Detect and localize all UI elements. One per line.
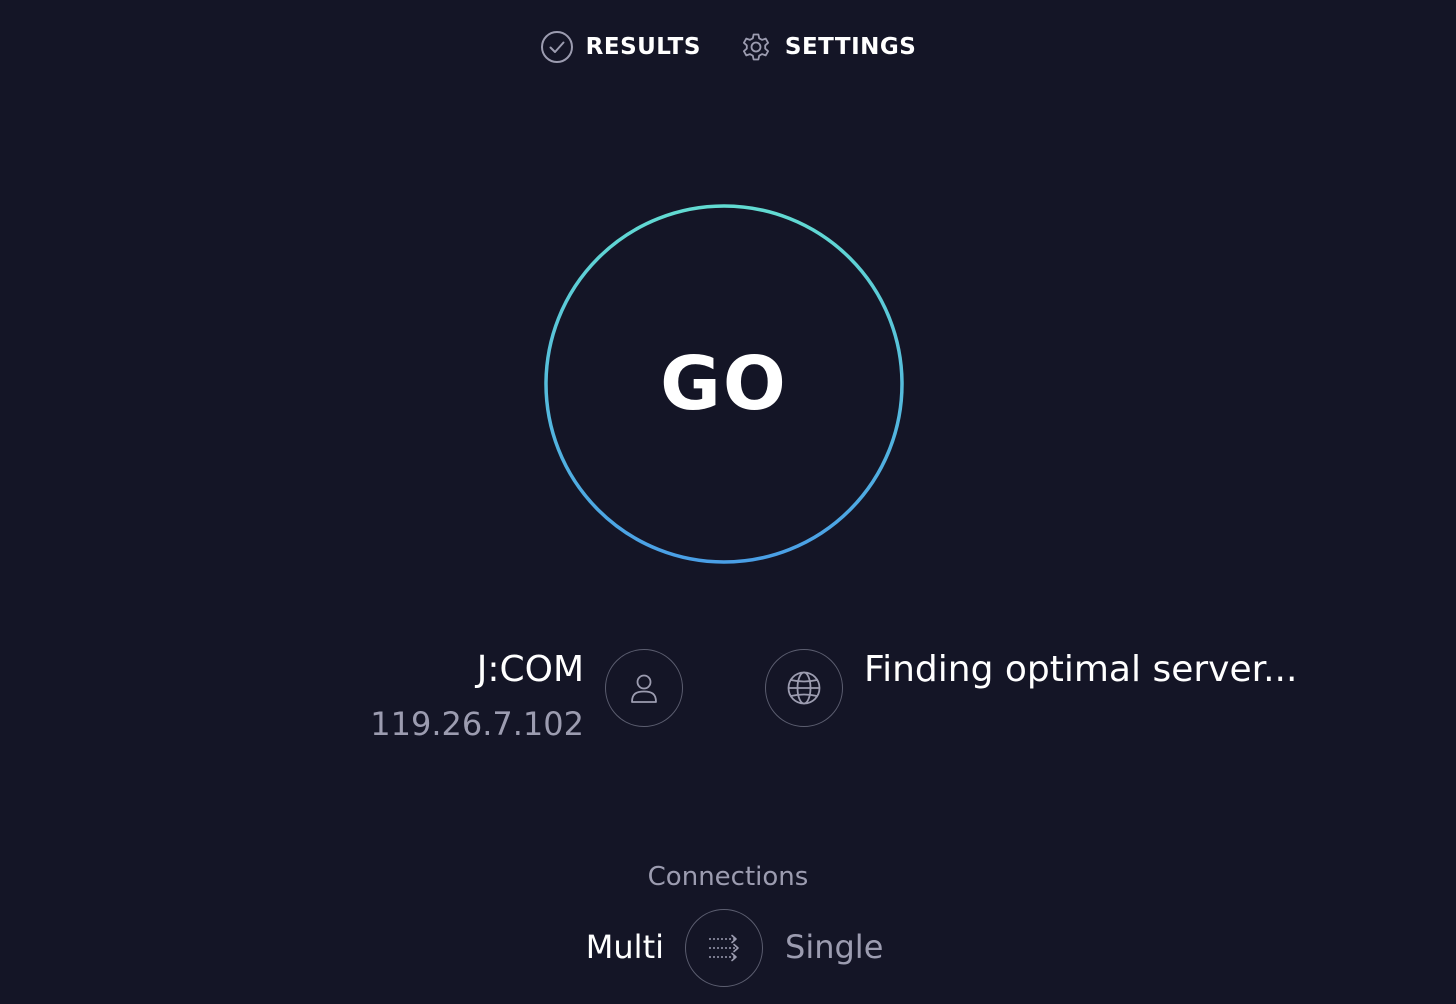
speedtest-page: RESULTS SETTINGS GO J:COM 119.26.7.102 F… (0, 0, 1456, 1004)
globe-icon (787, 671, 821, 705)
isp-info: J:COM 119.26.7.102 (370, 648, 584, 744)
go-label: GO (660, 341, 788, 427)
connections-single-option[interactable]: Single (785, 928, 883, 966)
results-nav-item[interactable]: RESULTS (540, 30, 701, 64)
connections-multi-option[interactable]: Multi (586, 928, 664, 966)
check-circle-icon (540, 31, 573, 63)
settings-nav-item[interactable]: SETTINGS (739, 30, 916, 64)
server-status: Finding optimal server... (864, 649, 1298, 690)
connections-label: Connections (647, 862, 809, 892)
connections-toggle[interactable] (685, 909, 763, 987)
results-label: RESULTS (585, 34, 701, 60)
isp-ip: 119.26.7.102 (370, 705, 584, 743)
top-nav: RESULTS SETTINGS (0, 30, 1456, 64)
isp-name: J:COM (476, 649, 584, 690)
gear-icon (742, 33, 769, 61)
go-button-wrapper: GO (544, 204, 904, 564)
go-button[interactable]: GO (548, 208, 900, 560)
settings-label: SETTINGS (784, 34, 917, 60)
connections-arrows-icon (709, 934, 739, 962)
change-server-button[interactable] (765, 649, 843, 727)
user-icon (631, 674, 657, 703)
user-icon-circle (605, 649, 683, 727)
